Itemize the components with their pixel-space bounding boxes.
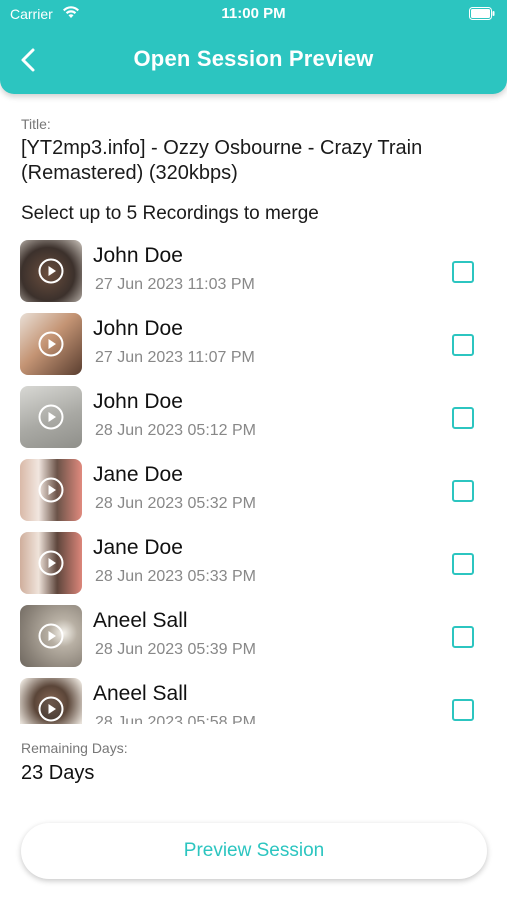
recording-name: Jane Doe (93, 463, 183, 486)
video-thumbnail[interactable] (20, 459, 82, 521)
video-thumbnail[interactable] (20, 240, 82, 302)
play-icon (38, 477, 64, 503)
merge-instruction: Select up to 5 Recordings to merge (21, 203, 319, 224)
recording-name: John Doe (93, 244, 183, 267)
video-thumbnail[interactable] (20, 678, 82, 724)
recording-row[interactable]: Jane Doe 28 Jun 2023 05:33 PM (0, 528, 507, 598)
recordings-list[interactable]: John Doe 27 Jun 2023 11:03 PM John Doe 2… (0, 236, 507, 724)
title-label: Title: (21, 116, 51, 132)
recording-checkbox[interactable] (452, 553, 474, 575)
app-header: Carrier 11:00 PM Open Session Preview (0, 0, 507, 94)
recording-date: 28 Jun 2023 05:39 PM (95, 641, 257, 658)
recording-name: Aneel Sall (93, 682, 188, 705)
recording-checkbox[interactable] (452, 407, 474, 429)
recording-name: John Doe (93, 317, 183, 340)
recording-date: 28 Jun 2023 05:12 PM (95, 422, 257, 439)
recording-row[interactable]: John Doe 27 Jun 2023 11:03 PM (0, 236, 507, 306)
recording-checkbox[interactable] (452, 334, 474, 356)
page-title: Open Session Preview (133, 46, 374, 71)
play-icon (38, 623, 64, 649)
video-thumbnail[interactable] (20, 532, 82, 594)
recording-date: 28 Jun 2023 05:33 PM (95, 568, 257, 585)
recording-date: 28 Jun 2023 05:58 PM (95, 714, 257, 724)
recording-name: John Doe (93, 390, 183, 413)
recording-checkbox[interactable] (452, 699, 474, 721)
recording-row[interactable]: John Doe 28 Jun 2023 05:12 PM (0, 382, 507, 452)
recording-row[interactable]: John Doe 27 Jun 2023 11:07 PM (0, 309, 507, 379)
clock: 11:00 PM (221, 5, 286, 22)
recording-checkbox[interactable] (452, 480, 474, 502)
recording-row[interactable]: Jane Doe 28 Jun 2023 05:32 PM (0, 455, 507, 525)
session-title: [YT2mp3.info] - Ozzy Osbourne - Crazy Tr… (21, 137, 423, 184)
recording-date: 27 Jun 2023 11:03 PM (95, 276, 255, 293)
video-thumbnail[interactable] (20, 605, 82, 667)
recording-row[interactable]: Aneel Sall 28 Jun 2023 05:39 PM (0, 601, 507, 671)
recording-date: 27 Jun 2023 11:07 PM (95, 349, 255, 366)
play-icon (38, 550, 64, 576)
recording-checkbox[interactable] (452, 626, 474, 648)
recording-row[interactable]: Aneel Sall 28 Jun 2023 05:58 PM (0, 674, 507, 724)
video-thumbnail[interactable] (20, 313, 82, 375)
battery-icon (469, 7, 495, 20)
preview-session-button[interactable]: Preview Session (21, 823, 487, 879)
play-icon (38, 331, 64, 357)
play-icon (38, 696, 64, 722)
video-thumbnail[interactable] (20, 386, 82, 448)
status-bar: Carrier 11:00 PM (0, 0, 507, 28)
recording-name: Jane Doe (93, 536, 183, 559)
remaining-days-value: 23 Days (21, 762, 95, 784)
remaining-days-label: Remaining Days: (21, 740, 128, 756)
recording-name: Aneel Sall (93, 609, 188, 632)
play-icon (38, 258, 64, 284)
recording-date: 28 Jun 2023 05:32 PM (95, 495, 257, 512)
recording-checkbox[interactable] (452, 261, 474, 283)
play-icon (38, 404, 64, 430)
